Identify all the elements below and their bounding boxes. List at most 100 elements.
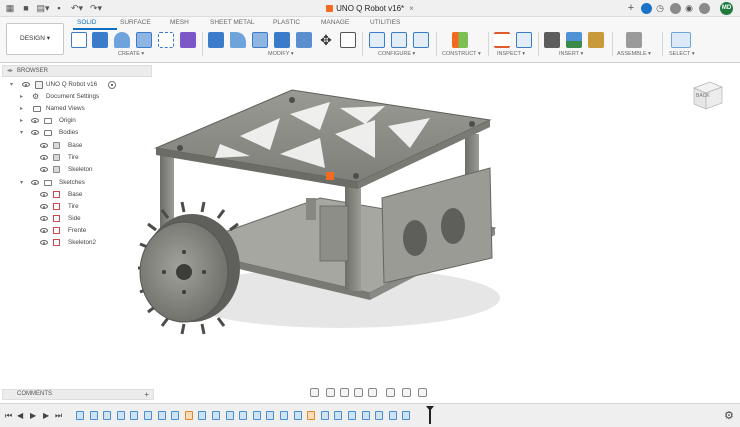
timeline-feature[interactable] [320,411,329,420]
viewports-icon[interactable] [418,388,427,397]
extrude-icon[interactable] [92,32,108,48]
timeline-feature[interactable] [388,411,397,420]
timeline-feature[interactable] [157,411,166,420]
tree-item-body-tire[interactable]: Tire [40,152,130,164]
tree-item-origin[interactable]: ▸ Origin [20,115,130,127]
browser-panel-header[interactable]: ◂▸ BROWSER [2,65,152,77]
tree-item-body-skeleton[interactable]: Skeleton [40,164,130,176]
chevron-down-icon[interactable]: ▾ [20,127,23,139]
visibility-eye-icon[interactable] [40,192,48,197]
timeline-play-button[interactable]: ▶ [30,411,36,421]
insert-canvas-icon[interactable] [566,32,582,48]
clock-icon[interactable]: ◷ [655,3,665,14]
timeline-feature[interactable] [293,411,302,420]
tree-item-sketches[interactable]: ▾ Sketches [20,177,130,189]
timeline-feature[interactable] [89,411,98,420]
chevron-down-icon[interactable]: ▾ [20,177,23,189]
chevron-right-icon[interactable]: ▸ [20,115,23,127]
create-form-icon[interactable] [180,32,196,48]
visibility-eye-icon[interactable] [22,82,30,87]
shell-icon[interactable] [252,32,268,48]
tab-sheet-metal[interactable]: SHEET METAL [210,19,255,27]
timeline-feature[interactable] [103,411,112,420]
visibility-eye-icon[interactable] [31,118,39,123]
visibility-eye-icon[interactable] [40,143,48,148]
tree-root-document[interactable]: ▾ UNO Q Robot v16 [10,79,125,91]
timeline-feature[interactable] [144,411,152,420]
tree-item-document-settings[interactable]: ▸ ⚙ Document Settings [20,91,130,103]
look-at-icon[interactable] [326,388,335,397]
help-menu-icon[interactable] [699,3,710,14]
timeline-feature[interactable] [280,411,288,420]
tree-item-sketch-tire[interactable]: Tire [40,201,130,213]
new-tab-icon[interactable]: + [626,3,636,14]
create-sketch-icon[interactable] [71,32,87,48]
timeline-feature[interactable] [348,411,356,420]
visibility-eye-icon[interactable] [31,130,39,135]
timeline-feature[interactable] [307,411,316,420]
insert-mesh-icon[interactable] [588,32,604,48]
tree-item-named-views[interactable]: ▸ Named Views [20,103,130,115]
revolve-icon[interactable] [114,32,130,48]
tab-manage[interactable]: MANAGE [321,19,349,27]
insert-menu[interactable]: INSERT ▾ [559,51,583,58]
timeline-prev-button[interactable]: ◀ [17,411,23,421]
notifications-icon[interactable] [670,3,681,14]
tab-mesh[interactable]: MESH [170,19,189,27]
chevron-right-icon[interactable]: ▸ [20,103,23,115]
timeline-feature[interactable] [402,411,411,420]
active-radio-icon[interactable] [108,81,116,89]
model-viewport[interactable] [120,78,510,383]
hole-icon[interactable] [136,32,152,48]
pattern-icon[interactable] [158,32,174,48]
orbit-icon[interactable] [310,388,319,397]
viewcube-face-label[interactable]: BACK [696,93,710,99]
tree-item-bodies[interactable]: ▾ Bodies [20,127,130,139]
tree-item-sketch-skeleton2[interactable]: Skeleton2 [40,237,130,249]
tree-item-body-base[interactable]: Base [40,140,130,152]
configure-theme-icon[interactable] [413,32,429,48]
section-analysis-icon[interactable] [516,32,532,48]
move-icon[interactable]: ✥ [318,32,334,48]
create-menu[interactable]: CREATE ▾ [118,51,144,58]
add-comment-button[interactable]: + [144,390,149,399]
timeline-feature[interactable] [334,411,343,420]
press-pull-icon[interactable] [208,32,224,48]
modify-menu[interactable]: MODIFY ▾ [268,51,294,58]
timeline-first-button[interactable]: ⏮ [5,411,12,421]
tab-utilities[interactable]: UTILITIES [370,19,400,27]
timeline-last-button[interactable]: ⏭ [55,411,62,421]
timeline-feature[interactable] [252,411,261,420]
side-bracket[interactable] [381,167,493,284]
account-settings-icon[interactable]: ◉ [684,3,694,14]
select-icon[interactable] [671,32,691,48]
fit-icon[interactable] [368,388,377,397]
tree-item-sketch-frente[interactable]: Frente [40,225,130,237]
motor-mount-left[interactable] [319,205,349,262]
help-icon[interactable] [641,3,652,14]
new-component-icon[interactable] [626,32,642,48]
timeline-feature[interactable] [375,411,384,420]
tab-plastic[interactable]: PLASTIC [273,19,300,27]
configure-menu[interactable]: CONFIGURE ▾ [378,51,415,58]
combine-icon[interactable] [274,32,290,48]
zoom-icon[interactable] [354,388,363,397]
inspect-menu[interactable]: INSPECT ▾ [497,51,525,58]
timeline-feature[interactable] [171,411,180,420]
avatar[interactable]: MD [720,2,733,15]
collapse-panel-icon[interactable]: ◂▸ [7,66,13,76]
timeline-feature[interactable] [116,411,125,420]
timeline-feature[interactable] [76,411,84,420]
timeline-feature[interactable] [266,411,275,420]
timeline-feature[interactable] [198,411,207,420]
tree-item-sketch-base[interactable]: Base [40,189,130,201]
visibility-eye-icon[interactable] [31,180,39,185]
tree-item-sketch-side[interactable]: Side [40,213,130,225]
timeline-feature[interactable] [225,411,234,420]
visibility-eye-icon[interactable] [40,167,48,172]
timeline-feature[interactable] [130,411,139,420]
replace-face-icon[interactable] [296,32,312,48]
configure-table-icon[interactable] [369,32,385,48]
offset-plane-icon[interactable] [452,32,468,48]
select-menu[interactable]: SELECT ▾ [669,51,695,58]
